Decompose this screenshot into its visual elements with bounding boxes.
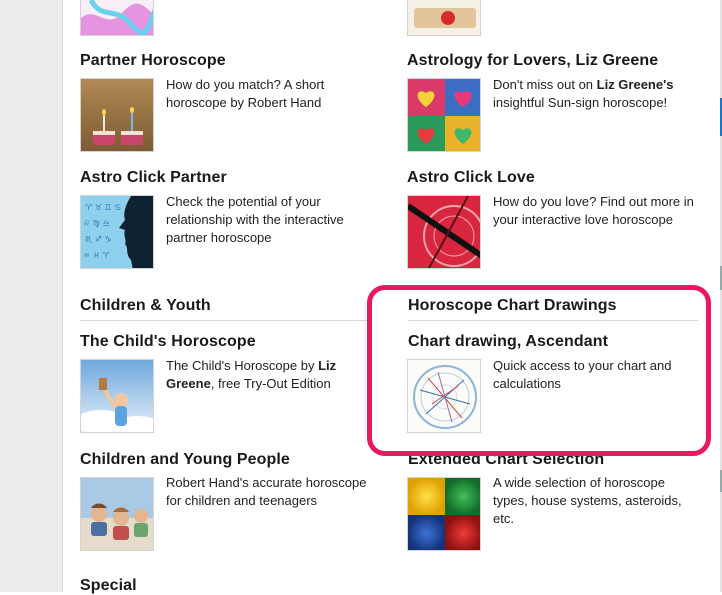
svg-text:♒ ♓ ♈: ♒ ♓ ♈ (83, 251, 110, 260)
svg-text:♌ ♍ ♎: ♌ ♍ ♎ (83, 219, 110, 228)
previous-item-thumbnail[interactable] (80, 0, 154, 36)
highlight-annotation (367, 285, 711, 456)
astro-click-love-description: How do you love? Find out more in your i… (493, 194, 694, 227)
color-squares-image[interactable] (407, 477, 481, 551)
description-text: insightful Sun-sign horoscope! (493, 95, 668, 110)
partner-horoscope-title[interactable]: Partner Horoscope (80, 52, 226, 70)
svg-text:♈ ♉ ♊ ♋: ♈ ♉ ♊ ♋ (85, 203, 121, 212)
previous-item-thumbnail[interactable] (407, 0, 481, 36)
children-young-people-description: Robert Hand's accurate horoscope for chi… (166, 475, 367, 508)
description-text: The Child's Horoscope by (166, 358, 319, 373)
description-text: Don't miss out on (493, 77, 597, 92)
section-divider (80, 320, 370, 321)
childs-horoscope-description: The Child's Horoscope by Liz Greene, fre… (166, 357, 376, 393)
section-special: Special (80, 577, 137, 594)
astrology-for-lovers-title[interactable]: Astrology for Lovers, Liz Greene (407, 52, 658, 70)
birthday-candles-image[interactable] (80, 78, 154, 152)
children-beach-image[interactable] (80, 477, 154, 551)
astrology-for-lovers-description: Don't miss out on Liz Greene's insightfu… (493, 76, 703, 112)
astro-click-partner-title[interactable]: Astro Click Partner (80, 169, 227, 187)
svg-text:♏ ♐ ♑: ♏ ♐ ♑ (85, 235, 112, 244)
astro-click-partner-description: Check the potential of your relationship… (166, 194, 344, 245)
child-sky-image[interactable] (80, 359, 154, 433)
face-silhouette-image[interactable]: ♈ ♉ ♊ ♋ ♌ ♍ ♎ ♏ ♐ ♑ ♒ ♓ ♈ (80, 195, 154, 269)
love-chart-image[interactable] (407, 195, 481, 269)
astro-click-love-title[interactable]: Astro Click Love (407, 169, 535, 187)
hearts-image[interactable] (407, 78, 481, 152)
childs-horoscope-title[interactable]: The Child's Horoscope (80, 333, 256, 351)
children-young-people-title[interactable]: Children and Young People (80, 451, 290, 469)
left-gutter (0, 0, 63, 592)
description-bold-name: Liz Greene's (596, 77, 674, 92)
description-text: , free Try-Out Edition (210, 376, 331, 391)
extended-chart-selection-description: A wide selection of horoscope types, hou… (493, 475, 682, 526)
section-children-youth: Children & Youth (80, 297, 211, 314)
partner-horoscope-description: How do you match? A short horoscope by R… (166, 77, 325, 110)
